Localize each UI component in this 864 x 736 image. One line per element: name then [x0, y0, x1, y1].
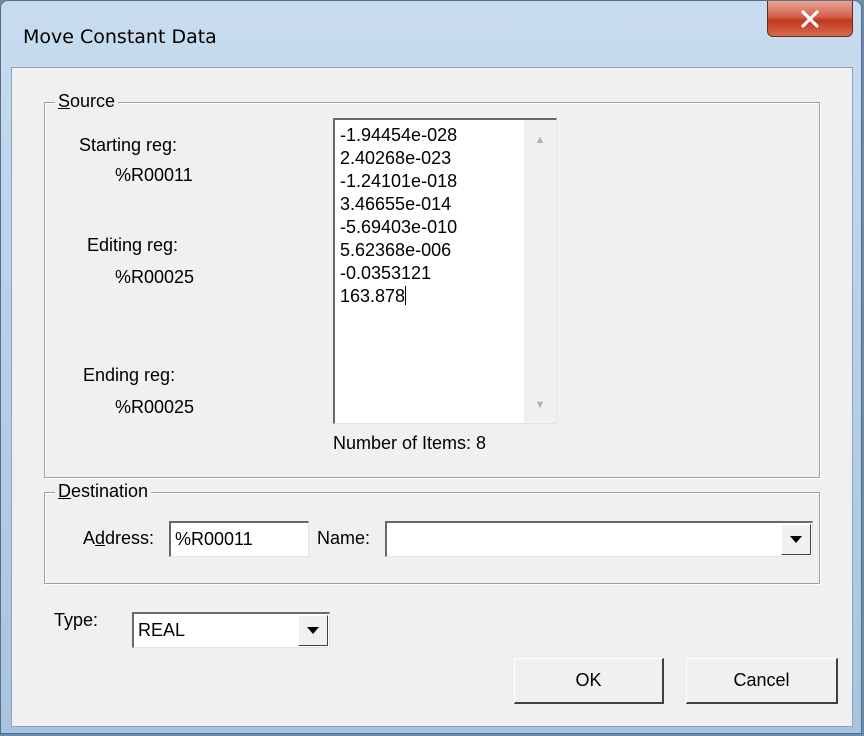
editing-reg-value: %R00025: [115, 267, 195, 287]
title-bar[interactable]: Move Constant Data: [1, 1, 861, 71]
destination-group: Destination Address: %R00011 Name:: [44, 481, 820, 584]
dialog-client-area: Source Starting reg: %R00011 Editing reg…: [11, 67, 853, 727]
type-value[interactable]: REAL: [138, 620, 185, 640]
name-dropdown-button[interactable]: [781, 524, 811, 555]
address-label: Address:: [83, 528, 155, 548]
text-caret: [405, 286, 407, 305]
values-list[interactable]: -1.94454e-028 2.40268e-023 -1.24101e-018…: [340, 124, 457, 308]
list-item[interactable]: 2.40268e-023: [340, 147, 457, 170]
list-item-editing[interactable]: 163.878: [340, 285, 457, 308]
source-group-title: Source: [55, 91, 119, 112]
name-label: Name:: [317, 528, 371, 548]
list-item[interactable]: -5.69403e-010: [340, 216, 457, 239]
close-icon: [801, 9, 819, 28]
list-item[interactable]: 5.62368e-006: [340, 239, 457, 262]
list-item[interactable]: -1.94454e-028: [340, 124, 457, 147]
dialog-window: Move Constant Data Source Starting reg: …: [0, 0, 862, 734]
type-combobox[interactable]: REAL: [132, 612, 330, 648]
cancel-button[interactable]: Cancel: [686, 658, 838, 704]
ending-reg-value: %R00025: [115, 397, 195, 417]
destination-group-title: Destination: [55, 481, 152, 502]
name-combobox[interactable]: [385, 521, 813, 557]
values-listbox[interactable]: -1.94454e-028 2.40268e-023 -1.24101e-018…: [333, 118, 557, 424]
starting-reg-label: Starting reg:: [79, 135, 178, 155]
window-title: Move Constant Data: [23, 26, 217, 48]
chevron-down-icon: [307, 627, 319, 634]
list-item[interactable]: -1.24101e-018: [340, 170, 457, 193]
ending-reg-label: Ending reg:: [83, 365, 176, 385]
list-item[interactable]: -0.0353121: [340, 262, 457, 285]
address-input[interactable]: %R00011: [169, 521, 309, 557]
scroll-down-arrow-icon[interactable]: ▼: [524, 393, 556, 417]
list-item[interactable]: 3.46655e-014: [340, 193, 457, 216]
source-group: Source Starting reg: %R00011 Editing reg…: [44, 91, 820, 478]
close-button[interactable]: [767, 1, 853, 37]
scroll-up-arrow-icon[interactable]: ▲: [524, 128, 556, 152]
type-dropdown-button[interactable]: [298, 615, 328, 646]
starting-reg-value: %R00011: [115, 165, 193, 185]
item-count-text: Number of Items: 8: [333, 433, 487, 453]
type-label: Type:: [54, 610, 99, 630]
chevron-down-icon: [790, 536, 802, 543]
vertical-scrollbar[interactable]: ▲ ▼: [524, 120, 556, 423]
editing-reg-label: Editing reg:: [87, 235, 179, 255]
ok-button[interactable]: OK: [514, 658, 664, 704]
